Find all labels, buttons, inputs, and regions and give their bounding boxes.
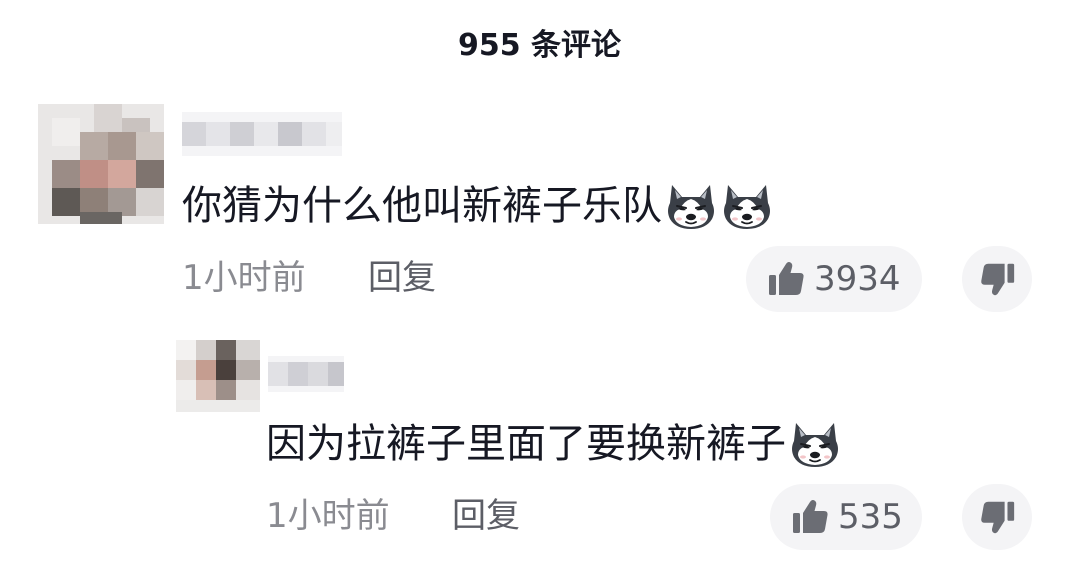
comment-timestamp: 1小时前 [266,496,390,536]
dislike-button[interactable] [962,484,1032,550]
comment-text: 你猜为什么他叫新裤子乐队 [182,178,774,234]
like-count: 535 [838,497,903,537]
thumbs-down-icon [977,497,1017,537]
comments-header-title: 955 条评论 [457,28,622,63]
dislike-button[interactable] [962,246,1032,312]
like-button[interactable]: 535 [770,484,922,550]
username-blurred[interactable] [182,112,342,156]
husky-dog-emoji-icon [720,179,774,233]
reply-button[interactable]: 回复 [452,492,520,540]
thumbs-down-icon [977,259,1017,299]
comment-timestamp: 1小时前 [182,258,306,298]
comment-text-content: 因为拉裤子里面了要换新裤子 [266,421,786,467]
like-count: 3934 [814,259,901,299]
avatar[interactable] [176,340,260,412]
husky-dog-emoji-icon [788,417,842,471]
thumbs-up-icon [766,258,808,300]
reply-button[interactable]: 回复 [368,254,436,302]
comment-text-content: 你猜为什么他叫新裤子乐队 [182,183,662,229]
like-button[interactable]: 3934 [746,246,922,312]
thumbs-up-icon [790,496,832,538]
avatar[interactable] [38,104,164,224]
comment-text: 因为拉裤子里面了要换新裤子 [266,416,842,472]
husky-dog-emoji-icon [664,179,718,233]
username-blurred[interactable] [268,356,344,392]
